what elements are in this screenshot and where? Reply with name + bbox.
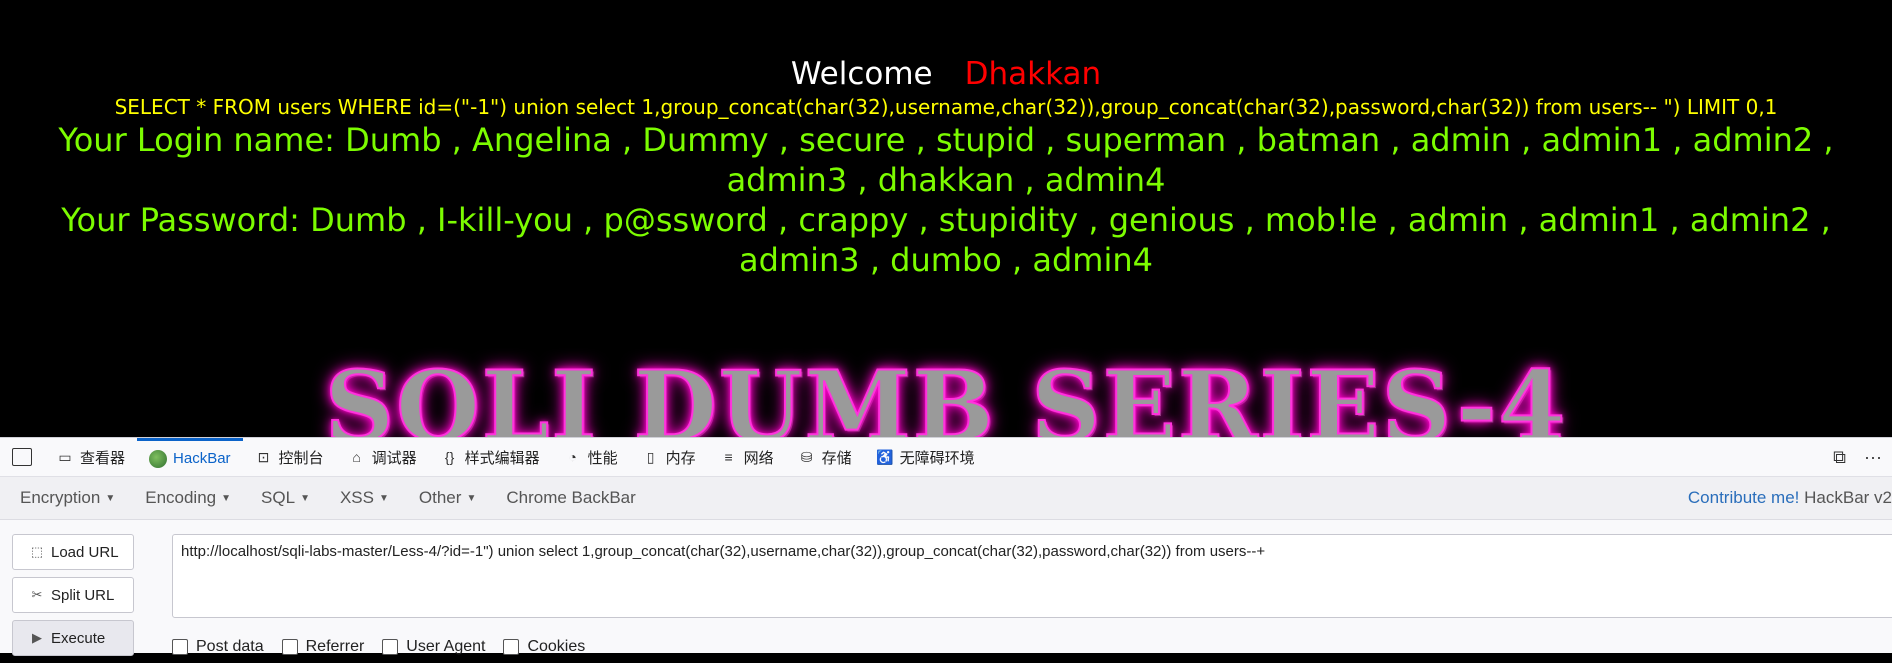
menu-xss[interactable]: XSS ▼ [320, 488, 399, 508]
menu-label: Other [418, 488, 462, 507]
url-textarea[interactable]: http://localhost/sqli-labs-master/Less-4… [172, 534, 1892, 618]
checkbox-box [281, 639, 298, 655]
tab-debugger[interactable]: ⌂ 调试器 [336, 438, 429, 476]
button-label: Split URL [51, 586, 115, 604]
network-icon: ≡ [724, 449, 733, 465]
element-picker-button[interactable] [0, 438, 44, 476]
checkbox-label: User Agent [406, 638, 486, 655]
post-data-checkbox[interactable]: Post data [172, 638, 264, 656]
performance-icon: ◔ [568, 449, 577, 465]
load-url-button[interactable]: ⬚ Load URL [12, 534, 134, 570]
tab-label: 存储 [821, 449, 852, 467]
referrer-checkbox[interactable]: Referrer [281, 638, 365, 656]
style-editor-icon: {} [444, 449, 455, 465]
tab-label: 内存 [665, 449, 696, 467]
hackbar-version: HackBar v2 [1804, 488, 1892, 507]
scissors-icon: ✂ [31, 587, 43, 602]
checkbox-box [503, 639, 520, 655]
checkbox-label: Referrer [305, 638, 365, 655]
button-label: Load URL [51, 543, 119, 561]
tab-label: 调试器 [371, 449, 417, 467]
cookies-checkbox[interactable]: Cookies [503, 638, 585, 656]
execute-button[interactable]: ▶ Execute [12, 620, 134, 656]
tab-label: 控制台 [278, 449, 324, 467]
login-names-result: Your Login name: Dumb , Angelina , Dummy… [58, 121, 1834, 199]
chevron-down-icon: ▼ [105, 493, 116, 505]
tab-label: HackBar [173, 450, 231, 467]
welcome-line: Welcome Dhakkan [0, 54, 1892, 94]
menu-other[interactable]: Other ▼ [399, 488, 486, 508]
tab-storage[interactable]: ⛁ 存储 [786, 438, 864, 476]
tab-performance[interactable]: ◔ 性能 [552, 438, 630, 476]
more-options-icon[interactable]: ··· [1864, 447, 1882, 468]
tab-memory[interactable]: ▯ 内存 [630, 438, 708, 476]
passwords-result: Your Password: Dumb , I-kill-you , p@ssw… [61, 201, 1831, 279]
checkbox-label: Post data [196, 638, 264, 655]
dock-toggle-icon[interactable]: ⧉ [1833, 447, 1846, 468]
console-icon: ⊡ [257, 449, 270, 465]
menu-chrome-backbar[interactable]: Chrome BackBar [486, 488, 645, 508]
tab-style-editor[interactable]: {} 样式编辑器 [429, 438, 552, 476]
storage-icon: ⛁ [800, 449, 813, 465]
tab-console[interactable]: ⊡ 控制台 [243, 438, 336, 476]
accessibility-icon: ♿ [875, 449, 894, 465]
inspector-icon: ▭ [58, 449, 72, 465]
contribute-area: Contribute me! HackBar v2 [1688, 477, 1892, 519]
button-label: Execute [51, 629, 106, 647]
checkbox-box [382, 639, 399, 655]
hackbar-menu: Encryption ▼ Encoding ▼ SQL ▼ XSS ▼ Other ▼ C… [0, 477, 1892, 520]
chevron-down-icon: ▼ [300, 493, 310, 505]
menu-encryption[interactable]: Encryption ▼ [0, 488, 125, 508]
menu-label: Encoding [145, 488, 217, 507]
tab-label: 无障碍环境 [899, 449, 975, 467]
tab-label: 查看器 [80, 449, 126, 467]
menu-label: XSS [339, 488, 374, 507]
toolbar-right: ⧉ ··· [1833, 438, 1882, 476]
hackbar-actions: ⬚ Load URL ✂ Split URL ▶ Execute [12, 534, 136, 663]
welcome-text: Welcome [790, 56, 933, 92]
split-url-button[interactable]: ✂ Split URL [12, 577, 134, 613]
tab-label: 样式编辑器 [464, 449, 540, 467]
checkbox-label: Cookies [527, 638, 586, 655]
web-page: Welcome Dhakkan SELECT * FROM users WHERE… [0, 0, 1892, 437]
load-url-icon: ⬚ [30, 544, 44, 559]
tab-hackbar[interactable]: HackBar [137, 438, 243, 476]
play-icon: ▶ [32, 630, 42, 645]
hackbar-icon [149, 449, 168, 468]
menu-encoding[interactable]: Encoding ▼ [125, 488, 241, 508]
tab-label: 网络 [743, 449, 774, 467]
contribute-link[interactable]: Contribute me! [1688, 488, 1800, 507]
tab-inspector[interactable]: ▭ 查看器 [44, 438, 137, 476]
debugger-icon: ⌂ [352, 449, 361, 465]
chevron-down-icon: ▼ [221, 493, 232, 505]
user-agent-checkbox[interactable]: User Agent [382, 638, 485, 656]
devtools-toolbar: ▭ 查看器 HackBar ⊡ 控制台 ⌂ 调试器 {} 样式编辑器 ◔ 性能 ▯ 内存 ≡… [0, 438, 1892, 477]
welcome-user: Dhakkan [964, 56, 1102, 92]
tab-label: 性能 [587, 449, 618, 467]
menu-label: SQL [261, 488, 296, 507]
tab-network[interactable]: ≡ 网络 [708, 438, 786, 476]
checkbox-box [172, 639, 188, 655]
hackbar-options: Post data Referrer User Agent Cookies [172, 638, 585, 656]
element-picker-icon [12, 448, 32, 466]
sql-query-text: SELECT * FROM users WHERE id=("-1") unio… [114, 95, 1778, 119]
series-banner: SQLI DUMB SERIES-4 [324, 350, 1568, 438]
tab-accessibility[interactable]: ♿ 无障碍环境 [864, 438, 987, 476]
chevron-down-icon: ▼ [379, 493, 389, 505]
memory-icon: ▯ [646, 449, 655, 465]
devtools-panel: ▭ 查看器 HackBar ⊡ 控制台 ⌂ 调试器 {} 样式编辑器 ◔ 性能 ▯ 内存 ≡… [0, 437, 1892, 656]
menu-sql[interactable]: SQL ▼ [241, 488, 320, 508]
menu-label: Encryption [20, 488, 101, 507]
chevron-down-icon: ▼ [466, 493, 477, 505]
